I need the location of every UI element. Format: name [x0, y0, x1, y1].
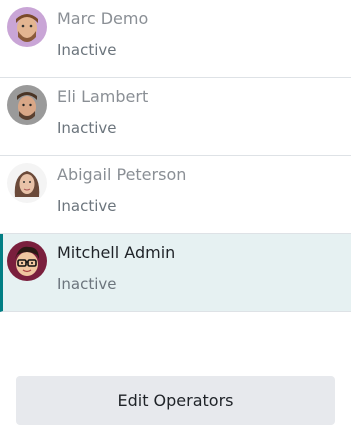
- operator-name: Marc Demo: [57, 9, 149, 28]
- operator-row-eli-lambert[interactable]: Eli Lambert Inactive: [0, 78, 351, 156]
- eli-lambert-avatar: [7, 85, 47, 125]
- operator-row-marc-demo[interactable]: Marc Demo Inactive: [0, 0, 351, 78]
- operator-list: Marc Demo Inactive Eli Lambert Inactive: [0, 0, 351, 312]
- operator-panel: Marc Demo Inactive Eli Lambert Inactive: [0, 0, 351, 438]
- operator-status: Inactive: [57, 197, 117, 215]
- mitchell-admin-avatar: [7, 241, 47, 281]
- operator-status: Inactive: [57, 275, 117, 293]
- operator-name: Abigail Peterson: [57, 165, 187, 184]
- operator-name: Mitchell Admin: [57, 243, 176, 262]
- edit-operators-button[interactable]: Edit Operators: [16, 376, 335, 425]
- operator-row-mitchell-admin[interactable]: Mitchell Admin Inactive: [0, 234, 351, 312]
- abigail-peterson-avatar: [7, 163, 47, 203]
- operator-status: Inactive: [57, 119, 117, 137]
- operator-name: Eli Lambert: [57, 87, 149, 106]
- marc-demo-avatar: [7, 7, 47, 47]
- operator-row-abigail-peterson[interactable]: Abigail Peterson Inactive: [0, 156, 351, 234]
- operator-status: Inactive: [57, 41, 117, 59]
